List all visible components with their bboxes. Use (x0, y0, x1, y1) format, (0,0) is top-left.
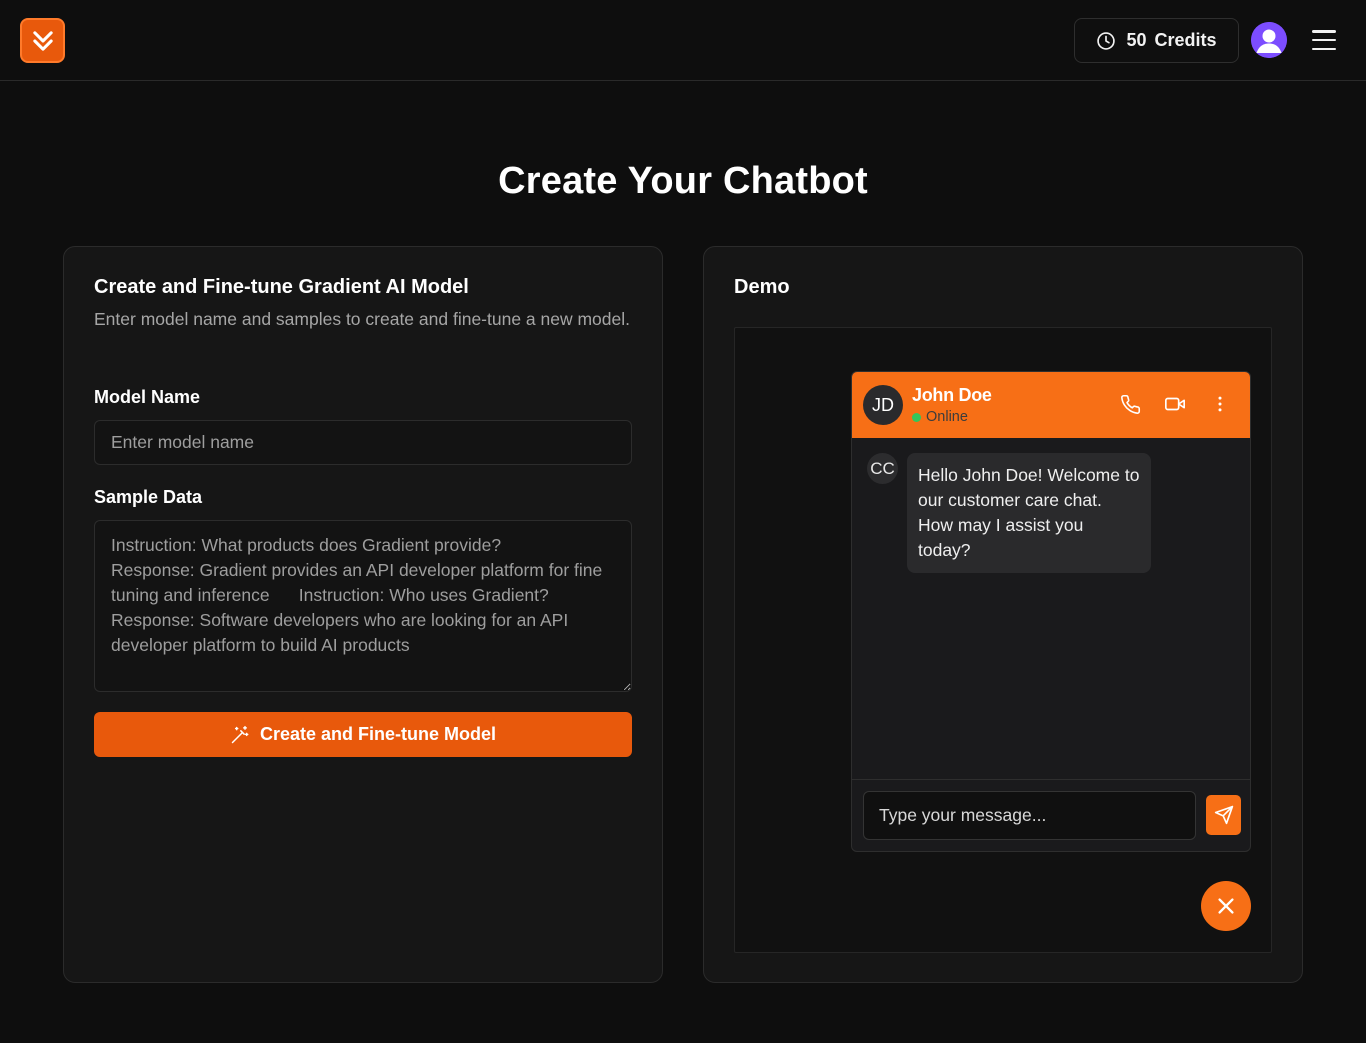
model-name-label: Model Name (94, 387, 201, 407)
chat-header: JD John Doe Online (852, 372, 1250, 438)
chat-more-button[interactable] (1208, 392, 1232, 416)
chat-message-input[interactable] (863, 791, 1196, 840)
sample-data-textarea[interactable] (94, 520, 632, 692)
phone-call-button[interactable] (1118, 392, 1142, 416)
credits-count: 50 (1126, 30, 1147, 50)
close-icon (1218, 898, 1234, 914)
demo-preview-area: JD John Doe Online CC Hello John Doe! We… (734, 327, 1272, 953)
send-message-button[interactable] (1206, 795, 1241, 835)
app-logo[interactable] (20, 18, 65, 63)
demo-card: Demo JD John Doe Online CC Hello John Do… (703, 246, 1303, 983)
menu-line (1312, 30, 1336, 33)
message-bubble: Hello John Doe! Welcome to our customer … (907, 453, 1151, 573)
video-icon (1165, 397, 1185, 411)
sample-data-label: Sample Data (94, 487, 203, 507)
form-description: Enter model name and samples to create a… (94, 309, 631, 329)
close-chat-button[interactable] (1201, 881, 1251, 931)
create-fine-tune-label: Create and Fine-tune Model (259, 724, 497, 744)
phone-icon (1120, 394, 1140, 414)
chevrons-down-icon (32, 30, 53, 51)
demo-title: Demo (734, 276, 790, 298)
contact-status: Online (912, 409, 968, 425)
top-navigation-bar: 50 Credits (0, 0, 1366, 81)
hamburger-menu-icon[interactable] (1310, 27, 1338, 53)
user-avatar-icon (1251, 22, 1287, 58)
create-fine-tune-button[interactable]: Create and Fine-tune Model (94, 712, 632, 757)
create-model-card: Create and Fine-tune Gradient AI Model E… (63, 246, 663, 983)
credits-button[interactable]: 50 Credits (1074, 18, 1239, 63)
video-call-button[interactable] (1163, 392, 1187, 416)
contact-name: John Doe (912, 385, 992, 405)
contact-avatar: JD (863, 385, 903, 425)
magic-wand-icon (231, 725, 249, 743)
model-name-input[interactable] (94, 420, 632, 465)
contact-status-text: Online (926, 409, 968, 425)
send-icon (1214, 805, 1233, 825)
clock-icon (1097, 31, 1116, 50)
user-avatar[interactable] (1251, 22, 1287, 58)
chat-input-bar (852, 779, 1250, 851)
menu-line (1312, 47, 1336, 50)
page-title: Create Your Chatbot (498, 160, 868, 202)
online-indicator (912, 412, 921, 422)
form-title: Create and Fine-tune Gradient AI Model (94, 276, 469, 298)
more-vertical-icon (1218, 396, 1222, 412)
chat-widget: JD John Doe Online CC Hello John Doe! We… (851, 371, 1251, 852)
menu-line (1312, 38, 1336, 42)
credits-label: Credits (1154, 30, 1217, 50)
sender-avatar: CC (867, 453, 898, 484)
